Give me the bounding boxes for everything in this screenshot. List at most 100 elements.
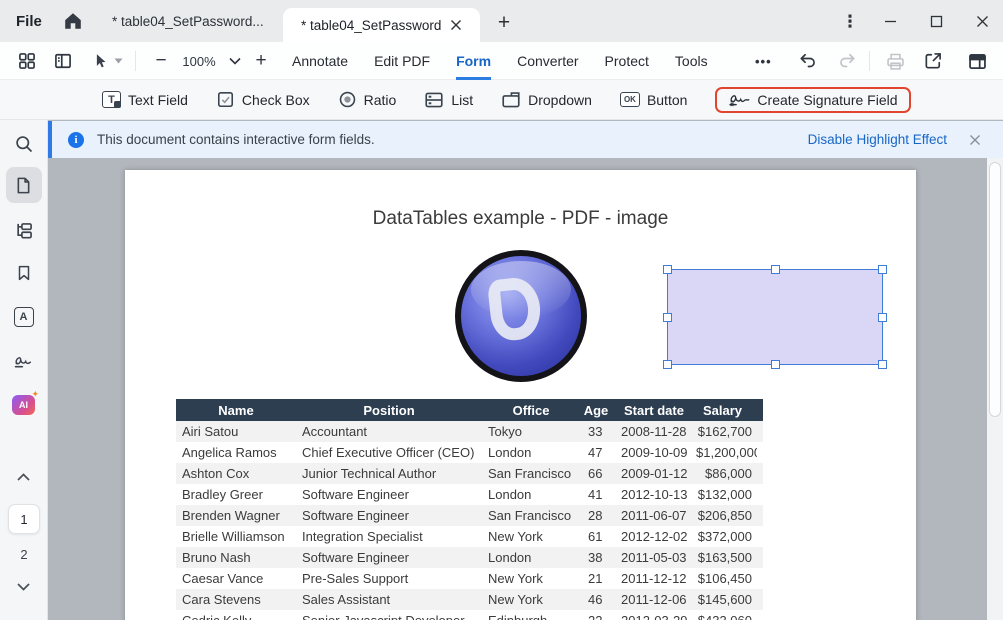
table-cell: Junior Technical Author: [296, 466, 482, 481]
table-header-cell: Office: [482, 403, 580, 418]
annotation-letter: A: [14, 307, 34, 327]
table-cell: 2009-01-12: [612, 466, 696, 481]
ai-assistant-icon[interactable]: AI✦: [6, 387, 42, 423]
search-icon[interactable]: [6, 126, 42, 162]
redo-icon[interactable]: [836, 50, 858, 72]
tab-active[interactable]: * table04_SetPassword: [283, 8, 480, 42]
tab-annotate[interactable]: Annotate: [292, 42, 348, 80]
tab-close-icon[interactable]: [446, 15, 466, 35]
table-cell: 2012-12-02: [612, 529, 696, 544]
ratio-label: Ratio: [364, 92, 397, 108]
signature-field-selected[interactable]: [668, 270, 882, 364]
new-tab-button[interactable]: +: [490, 9, 518, 37]
select-cursor-icon[interactable]: [90, 50, 112, 72]
tab-form[interactable]: Form: [456, 42, 491, 80]
field-annotation-icon[interactable]: A: [6, 299, 42, 335]
list-label: List: [451, 92, 473, 108]
outline-tree-icon[interactable]: [6, 213, 42, 249]
table-header-cell: Name: [176, 403, 296, 418]
tab-tools[interactable]: Tools: [675, 42, 708, 80]
dropdown-button[interactable]: Dropdown: [501, 91, 592, 109]
tab-protect[interactable]: Protect: [605, 42, 649, 80]
text-field-label: Text Field: [128, 92, 188, 108]
table-cell: 2011-12-06: [612, 592, 696, 607]
table-row: Cara StevensSales AssistantNew York46201…: [176, 589, 763, 610]
layout-panels-icon[interactable]: [966, 50, 988, 72]
page-down-icon[interactable]: [6, 575, 42, 599]
text-field-button[interactable]: T Text Field: [102, 91, 188, 108]
pdf-viewer[interactable]: DataTables example - PDF - image NamePos…: [48, 158, 1003, 620]
button-field-button[interactable]: OK Button: [620, 92, 687, 108]
page-up-icon[interactable]: [6, 465, 42, 489]
ratio-button[interactable]: Ratio: [338, 90, 397, 109]
window-menu-icon[interactable]: ⋮: [832, 4, 868, 38]
home-icon[interactable]: [62, 10, 86, 34]
resize-handle-s[interactable]: [771, 360, 780, 369]
content-area: i This document contains interactive for…: [48, 120, 1003, 620]
create-signature-label: Create Signature Field: [757, 92, 897, 108]
window-close-icon[interactable]: [964, 4, 1000, 38]
button-field-label: Button: [647, 92, 687, 108]
vertical-scrollbar[interactable]: [987, 158, 1003, 620]
file-menu[interactable]: File: [16, 0, 42, 42]
table-cell: 22: [580, 613, 612, 620]
signature-panel-icon[interactable]: [6, 344, 42, 380]
disable-highlight-link[interactable]: Disable Highlight Effect: [808, 132, 947, 147]
title-bar: File * table04_SetPassword... * table04_…: [0, 0, 1003, 42]
list-icon: [424, 91, 444, 109]
table-cell: $106,450: [696, 571, 757, 586]
table-row: Brenden WagnerSoftware EngineerSan Franc…: [176, 505, 763, 526]
ok-button-icon: OK: [620, 92, 640, 107]
resize-handle-w[interactable]: [663, 313, 672, 322]
zoom-in-button[interactable]: +: [250, 50, 272, 72]
zoom-dropdown-icon[interactable]: [224, 50, 246, 72]
resize-handle-sw[interactable]: [663, 360, 672, 369]
maximize-button[interactable]: [918, 4, 954, 38]
table-cell: San Francisco: [482, 466, 580, 481]
print-icon[interactable]: [884, 50, 906, 72]
table-cell: Edinburgh: [482, 613, 580, 620]
create-signature-highlight: Create Signature Field: [715, 87, 910, 113]
check-box-button[interactable]: Check Box: [216, 90, 310, 109]
info-close-icon[interactable]: [965, 130, 985, 150]
table-cell: Ashton Cox: [176, 466, 296, 481]
signature-pen-icon: [728, 92, 750, 108]
page-thumbnails-icon[interactable]: [6, 167, 42, 203]
resize-handle-n[interactable]: [771, 265, 780, 274]
info-icon: i: [68, 132, 84, 148]
zoom-out-button[interactable]: −: [150, 50, 172, 72]
page-number-current[interactable]: 1: [8, 504, 40, 534]
pdf-page[interactable]: DataTables example - PDF - image NamePos…: [125, 170, 916, 620]
main-toolbar: − 100% + Annotate Edit PDF Form Converte…: [0, 42, 1003, 80]
minimize-button[interactable]: [872, 4, 908, 38]
table-cell: Brielle Williamson: [176, 529, 296, 544]
table-row: Bruno NashSoftware EngineerLondon382011-…: [176, 547, 763, 568]
zoom-level[interactable]: 100%: [176, 42, 222, 80]
resize-handle-ne[interactable]: [878, 265, 887, 274]
cursor-dropdown-icon[interactable]: [111, 50, 125, 72]
resize-handle-e[interactable]: [878, 313, 887, 322]
tab-edit-pdf[interactable]: Edit PDF: [374, 42, 430, 80]
toolbar-divider: [869, 51, 870, 71]
scrollbar-thumb[interactable]: [989, 162, 1001, 417]
list-button[interactable]: List: [424, 91, 473, 109]
resize-handle-se[interactable]: [878, 360, 887, 369]
share-export-icon[interactable]: [922, 50, 944, 72]
dropdown-icon: [501, 91, 521, 109]
create-signature-field-button[interactable]: Create Signature Field: [728, 92, 897, 108]
resize-handle-nw[interactable]: [663, 265, 672, 274]
datatables-logo: [455, 250, 587, 382]
grid-view-icon[interactable]: [16, 50, 38, 72]
pdf-table-header-row: NamePositionOfficeAgeStart dateSalary: [176, 399, 763, 421]
panel-toggle-icon[interactable]: [52, 50, 74, 72]
document-title: DataTables example - PDF - image: [125, 208, 916, 230]
undo-icon[interactable]: [797, 50, 819, 72]
bookmark-icon[interactable]: [6, 255, 42, 291]
tab-inactive[interactable]: * table04_SetPassword...: [112, 0, 264, 42]
tab-converter[interactable]: Converter: [517, 42, 578, 80]
table-cell: Pre-Sales Support: [296, 571, 482, 586]
table-row: Airi SatouAccountantTokyo332008-11-28$16…: [176, 421, 763, 442]
page-number-2[interactable]: 2: [0, 542, 48, 566]
table-cell: 2012-03-29: [612, 613, 696, 620]
more-tools-icon[interactable]: •••: [755, 42, 772, 80]
